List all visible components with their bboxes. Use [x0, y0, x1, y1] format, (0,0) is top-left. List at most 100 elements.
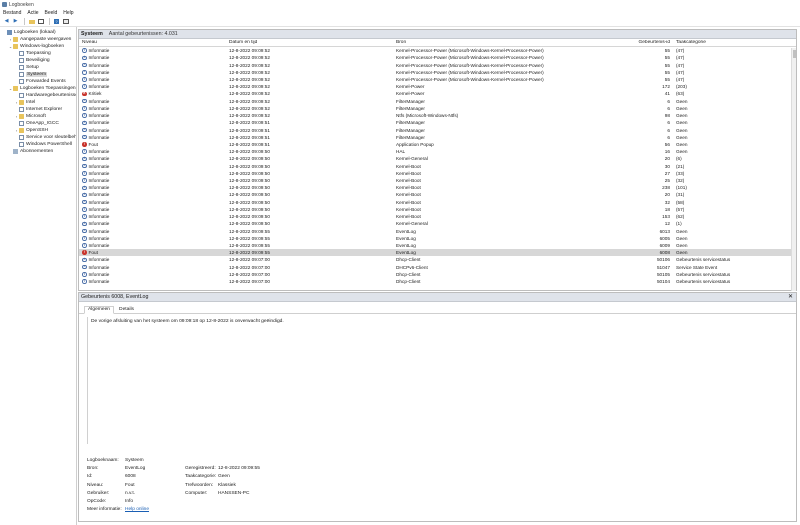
table-row[interactable]: i Informatie 12-8-2022 09:09:50 Kernel-Boot…: [79, 184, 796, 191]
table-row[interactable]: i Informatie 12-8-2022 09:09:50 Kernel-Boot…: [79, 191, 796, 198]
forward-arrow-icon[interactable]: ▶: [12, 18, 19, 25]
tree-item[interactable]: OneApp_IGCC: [0, 120, 76, 127]
table-row[interactable]: i Informatie 12-8-2022 09:09:51 FilterManag…: [79, 134, 796, 141]
tree-item[interactable]: Service voor sleutelbeheer: [0, 134, 76, 141]
error-icon: !: [82, 141, 87, 147]
column-header-bron[interactable]: Bron: [393, 40, 621, 45]
table-row[interactable]: ! Fout 12-8-2022 09:09:51 Application Popup…: [79, 141, 796, 148]
cell-level: i Informatie: [79, 164, 226, 169]
console-tree-icon[interactable]: [37, 18, 44, 25]
cell-event-id: 6005: [659, 235, 670, 241]
tree-item[interactable]: › OpenSSH: [0, 127, 76, 134]
table-row[interactable]: i Informatie 12-8-2022 09:09:50 Kernel-Boot…: [79, 213, 796, 220]
tab-details[interactable]: Details: [116, 307, 137, 313]
table-row[interactable]: i Informatie 12-8-2022 09:09:50 Kernel-Boot…: [79, 177, 796, 184]
cell-date: 12-8-2022 09:09:52: [229, 113, 270, 119]
event-rows: i Informatie 12-8-2022 09:09:52 Kernel-Proc…: [79, 47, 796, 290]
cell-source: Kernel-Processor-Power (Microsoft-Window…: [396, 55, 544, 61]
cell-date: 12-8-2022 09:09:50: [229, 185, 270, 191]
tab-algemeen[interactable]: Algemeen: [84, 306, 115, 314]
table-row[interactable]: i Informatie 12-8-2022 09:09:52 Kernel-Proc…: [79, 54, 796, 61]
back-arrow-icon[interactable]: ◀: [3, 18, 10, 25]
close-icon[interactable]: ✕: [788, 294, 793, 300]
menu-beeld[interactable]: Beeld: [44, 10, 57, 16]
table-row[interactable]: i Informatie 12-8-2022 09:09:50 Kernel-Boot…: [79, 206, 796, 213]
cell-date: 12-8-2022 09:09:50: [229, 221, 270, 227]
folder-icon: [19, 128, 24, 133]
table-row[interactable]: i Informatie 12-8-2022 09:09:50 HAL 16 Geen: [79, 148, 796, 155]
table-row[interactable]: i Informatie 12-8-2022 09:09:50 Kernel-Boot…: [79, 199, 796, 206]
tree-item[interactable]: Abonnementen: [0, 148, 76, 155]
folder-up-icon[interactable]: [28, 18, 35, 25]
tree-item[interactable]: ⌄ Windows-logboeken: [0, 43, 76, 50]
tree-item[interactable]: › Aangepaste weergaven: [0, 36, 76, 43]
tree-item[interactable]: Beveiliging: [0, 57, 76, 64]
table-row[interactable]: ! Fout 12-8-2022 09:09:55 EventLog 6008 Geen: [79, 249, 796, 257]
level-text: Informatie: [88, 257, 110, 263]
properties-icon[interactable]: [62, 18, 69, 25]
table-row[interactable]: i Informatie 12-8-2022 09:09:52 Kernel-Proc…: [79, 47, 796, 54]
level-text: Informatie: [88, 163, 110, 169]
cell-source: EventLog: [396, 228, 416, 234]
table-row[interactable]: i Informatie 12-8-2022 09:07:00 Dhcp-Client…: [79, 256, 796, 263]
cell-level: i Informatie: [79, 106, 226, 111]
tree-item[interactable]: › Intel: [0, 99, 76, 106]
info-icon: i: [82, 76, 87, 82]
tree-item[interactable]: Setup: [0, 64, 76, 71]
list-scrollbar[interactable]: [791, 48, 796, 291]
column-header-datum[interactable]: Datum en tijd: [226, 40, 393, 45]
table-row[interactable]: i Informatie 12-8-2022 09:09:55 EventLog 601…: [79, 227, 796, 234]
tree-item[interactable]: › Microsoft: [0, 113, 76, 120]
table-row[interactable]: i Informatie 12-8-2022 09:09:52 FilterManag…: [79, 105, 796, 112]
table-row[interactable]: i Informatie 12-8-2022 09:09:52 Kernel-Proc…: [79, 69, 796, 76]
column-header-taakcategorie[interactable]: Taakcategorie: [673, 40, 773, 45]
cell-event-id: 6: [667, 120, 670, 126]
cell-source: Ntfs (Microsoft-Windows-Ntfs): [396, 113, 459, 119]
cell-task-category: Gebeurtenis servicestatus: [676, 279, 731, 285]
table-row[interactable]: ✕ Kritiek 12-8-2022 09:09:52 Kernel-Power 41…: [79, 90, 796, 97]
table-row[interactable]: i Informatie 12-8-2022 09:09:50 Kernel-Boot…: [79, 170, 796, 177]
menu-help[interactable]: Help: [63, 10, 73, 16]
tree-item[interactable]: Windows PowerShell: [0, 141, 76, 148]
table-row[interactable]: i Informatie 12-8-2022 09:09:55 EventLog 600…: [79, 235, 796, 242]
table-row[interactable]: i Informatie 12-8-2022 09:07:00 Dhcp-Client…: [79, 271, 796, 278]
tree-item[interactable]: Forwarded Events: [0, 78, 76, 85]
info-icon: i: [82, 199, 87, 205]
cell-task-category: Geen: [676, 141, 688, 147]
table-row[interactable]: i Informatie 12-8-2022 09:09:51 FilterManag…: [79, 126, 796, 133]
tree-item[interactable]: Logboeken (lokaal): [0, 29, 76, 36]
info-icon: i: [82, 214, 87, 219]
table-row[interactable]: i Informatie 12-8-2022 09:09:52 Kernel-Proc…: [79, 76, 796, 83]
table-row[interactable]: i Informatie 12-8-2022 09:07:00 Dhcp-Client…: [79, 278, 796, 285]
tree-item[interactable]: ⌄Logboeken Toepassingen en services: [0, 85, 76, 92]
table-row[interactable]: i Informatie 12-8-2022 09:09:52 Kernel-Powe…: [79, 83, 796, 90]
cell-level: i Informatie: [79, 229, 226, 234]
table-row[interactable]: i Informatie 12-8-2022 09:09:52 Ntfs (Micro…: [79, 112, 796, 119]
tree-item[interactable]: Toepassing: [0, 50, 76, 57]
cell-source: Kernel-Processor-Power (Microsoft-Window…: [396, 76, 544, 82]
column-header-niveau[interactable]: Niveau: [79, 40, 226, 45]
tree-item[interactable]: Hardwaregebeurtenissen: [0, 92, 76, 99]
tree-item[interactable]: Systeem: [0, 71, 76, 78]
table-row[interactable]: i Informatie 12-8-2022 09:07:00 DHCPv6-Clie…: [79, 264, 796, 271]
cell-source: Kernel-Boot: [396, 185, 421, 191]
table-row[interactable]: i Informatie 12-8-2022 09:09:51 FilterManag…: [79, 119, 796, 126]
toolbar-separator: [24, 18, 25, 25]
table-row[interactable]: i Informatie 12-8-2022 09:09:50 Kernel-Gene…: [79, 155, 796, 162]
help-icon[interactable]: ?: [53, 18, 60, 25]
help-online-link[interactable]: Help online: [125, 507, 185, 512]
cell-level: ! Fout: [79, 250, 226, 255]
column-header-id[interactable]: Gebeurtenis-id: [621, 40, 673, 45]
table-row[interactable]: i Informatie 12-8-2022 09:09:50 Kernel-Boot…: [79, 163, 796, 170]
prop-value-opcode: Info: [125, 499, 134, 505]
menu-bestand[interactable]: Bestand: [3, 10, 21, 16]
tree-item[interactable]: Internet Explorer: [0, 106, 76, 113]
table-row[interactable]: i Informatie 12-8-2022 09:09:52 FilterManag…: [79, 98, 796, 105]
prop-label-gebruiker: Gebruiker:: [87, 490, 110, 496]
table-row[interactable]: i Informatie 12-8-2022 09:09:50 Kernel-Gene…: [79, 220, 796, 227]
scroll-thumb[interactable]: [793, 50, 796, 58]
menu-actie[interactable]: Actie: [27, 10, 38, 16]
table-row[interactable]: i Informatie 12-8-2022 09:09:55 EventLog 600…: [79, 242, 796, 249]
event-viewer-icon: [2, 2, 7, 7]
table-row[interactable]: i Informatie 12-8-2022 09:09:52 Kernel-Proc…: [79, 61, 796, 68]
